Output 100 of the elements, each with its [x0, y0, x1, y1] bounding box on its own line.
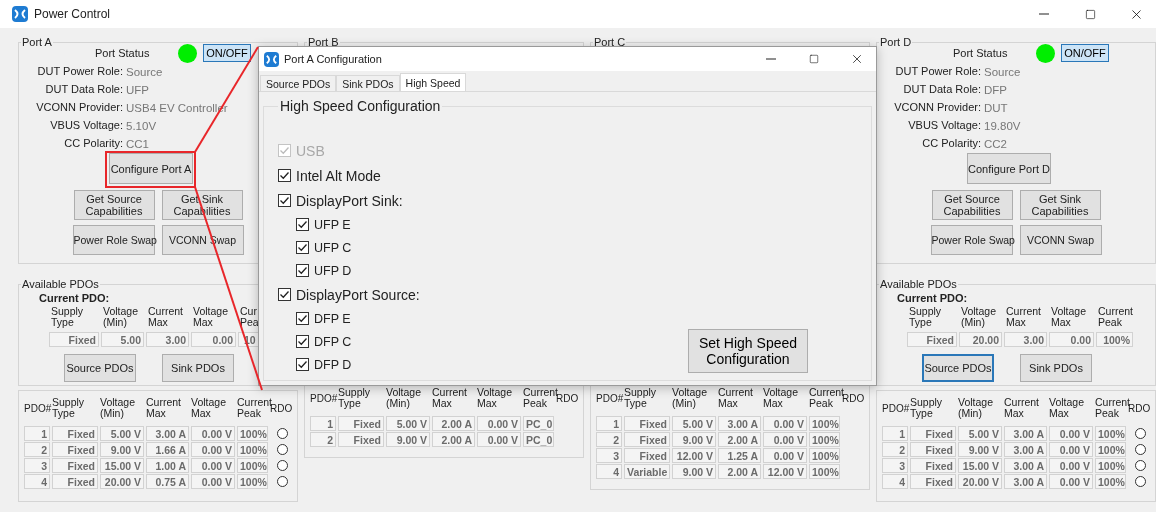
- table-cell: 3.00 A: [1004, 458, 1047, 473]
- table-cell: 3: [24, 458, 50, 473]
- action-button[interactable]: VCONN Swap: [1019, 225, 1102, 255]
- checkbox-label[interactable]: Intel Alt Mode: [296, 167, 381, 184]
- column-header: Supply Type: [50, 306, 85, 330]
- checkbox-label[interactable]: UFP C: [314, 240, 352, 255]
- checkbox[interactable]: [296, 218, 309, 231]
- value-cell: 3.00: [1004, 332, 1047, 347]
- checkbox[interactable]: [278, 288, 291, 301]
- rdo-radio[interactable]: [1135, 460, 1146, 471]
- table-cell: Fixed: [52, 426, 98, 441]
- table-cell: 1.25 A: [718, 448, 761, 463]
- column-header: Voltage Max: [477, 387, 514, 411]
- column-header: Cur Pea: [239, 306, 259, 330]
- field-value: 19.80V: [984, 119, 1021, 133]
- checkbox[interactable]: [296, 358, 309, 371]
- checkbox-label[interactable]: UFP E: [314, 217, 351, 232]
- field-label: DUT Power Role:: [894, 64, 982, 79]
- field-label: VCONN Provider:: [893, 100, 982, 115]
- action-button[interactable]: Get Source Capabilities: [73, 190, 155, 220]
- table-cell: 9.00 V: [958, 442, 1002, 457]
- pdo-button[interactable]: Sink PDOs: [1020, 354, 1092, 382]
- table-cell: 4: [882, 474, 908, 489]
- value-cell: Fixed: [907, 332, 957, 347]
- column-header: Voltage Max: [1049, 397, 1086, 421]
- table-cell: 0.00 V: [477, 432, 521, 447]
- checkbox[interactable]: [296, 241, 309, 254]
- checkbox-label[interactable]: DisplayPort Source:: [296, 286, 420, 303]
- column-header: Current Max: [147, 306, 184, 330]
- rdo-radio[interactable]: [277, 444, 288, 455]
- set-config-button[interactable]: Set High Speed Configuration: [688, 329, 808, 373]
- checkbox-label[interactable]: DisplayPort Sink:: [296, 192, 403, 209]
- tab[interactable]: High Speed: [399, 73, 467, 91]
- table-cell: Fixed: [52, 458, 98, 473]
- group-label: Port B: [307, 36, 340, 48]
- value-cell: 0.00: [1049, 332, 1094, 347]
- column-header: Voltage Max: [192, 306, 230, 330]
- table-cell: Fixed: [338, 416, 384, 431]
- table-cell: 3: [596, 448, 622, 463]
- table-cell: 0.00 V: [1049, 442, 1093, 457]
- rdo-radio[interactable]: [1135, 476, 1146, 487]
- checkbox-label[interactable]: DFP D: [314, 357, 352, 372]
- tab[interactable]: Source PDOs: [260, 75, 337, 91]
- field-label: DUT Data Role:: [902, 82, 982, 97]
- dialog-title: Port A Configuration: [284, 53, 383, 65]
- minimize-icon: [766, 58, 776, 60]
- checkbox[interactable]: [278, 169, 291, 182]
- rdo-radio[interactable]: [277, 476, 288, 487]
- table-cell: 2: [882, 442, 908, 457]
- column-header: Voltage Max: [763, 387, 800, 411]
- table-cell: 100%: [1095, 426, 1126, 441]
- action-button[interactable]: Get Sink Capabilities: [1019, 190, 1101, 220]
- rdo-radio[interactable]: [1135, 428, 1146, 439]
- column-header: Current Max: [146, 397, 182, 421]
- field-label: Port Status: [953, 47, 1009, 59]
- tab[interactable]: Sink PDOs: [336, 75, 400, 91]
- column-header: Voltage (Min): [958, 397, 995, 421]
- field-label: DUT Data Role:: [44, 82, 124, 97]
- field-label: Port Status: [95, 47, 151, 59]
- table-cell: 0.00 V: [763, 448, 807, 463]
- table-cell: 20.00 V: [100, 474, 144, 489]
- field-value: CC2: [984, 137, 1007, 151]
- action-button[interactable]: Power Role Swap: [72, 225, 155, 255]
- group-label: High Speed Configuration: [279, 98, 442, 114]
- table-cell: 2: [596, 432, 622, 447]
- table-cell: 100%: [809, 464, 840, 479]
- field-label: VBUS Voltage:: [907, 118, 982, 133]
- pdo-button[interactable]: Source PDOs: [922, 354, 994, 382]
- rdo-radio[interactable]: [277, 428, 288, 439]
- action-button[interactable]: Power Role Swap: [930, 225, 1013, 255]
- table-cell: 1: [882, 426, 908, 441]
- checkbox[interactable]: [296, 312, 309, 325]
- column-header: Voltage Max: [191, 397, 228, 421]
- checkbox-label[interactable]: DFP E: [314, 311, 351, 326]
- table-cell: 2: [24, 442, 50, 457]
- checkbox-label[interactable]: UFP D: [314, 263, 352, 278]
- table-cell: 100%: [1095, 458, 1126, 473]
- minimize-icon: [1039, 13, 1049, 15]
- maximize-icon: [809, 54, 819, 64]
- action-button[interactable]: Get Source Capabilities: [931, 190, 1013, 220]
- table-cell: PC_0: [523, 416, 554, 431]
- configure-button[interactable]: Configure Port A: [109, 153, 193, 184]
- on-off-button[interactable]: ON/OFF: [203, 44, 251, 62]
- rdo-radio[interactable]: [1135, 444, 1146, 455]
- column-header: PDO#: [310, 392, 336, 406]
- on-off-button[interactable]: ON/OFF: [1061, 44, 1109, 62]
- checkbox[interactable]: [296, 264, 309, 277]
- table-cell: 2.00 A: [718, 432, 761, 447]
- table-cell: 2.00 A: [432, 432, 475, 447]
- value-cell: 20.00: [959, 332, 1002, 347]
- pdo-button[interactable]: Sink PDOs: [162, 354, 234, 382]
- configure-button[interactable]: Configure Port D: [967, 153, 1051, 184]
- field-value: 5.10V: [126, 119, 157, 133]
- table-cell: 100%: [1095, 474, 1126, 489]
- rdo-radio[interactable]: [277, 460, 288, 471]
- checkbox-label[interactable]: DFP C: [314, 334, 352, 349]
- checkbox[interactable]: [296, 335, 309, 348]
- checkbox[interactable]: [278, 194, 291, 207]
- table-cell: Fixed: [624, 432, 670, 447]
- pdo-button[interactable]: Source PDOs: [64, 354, 136, 382]
